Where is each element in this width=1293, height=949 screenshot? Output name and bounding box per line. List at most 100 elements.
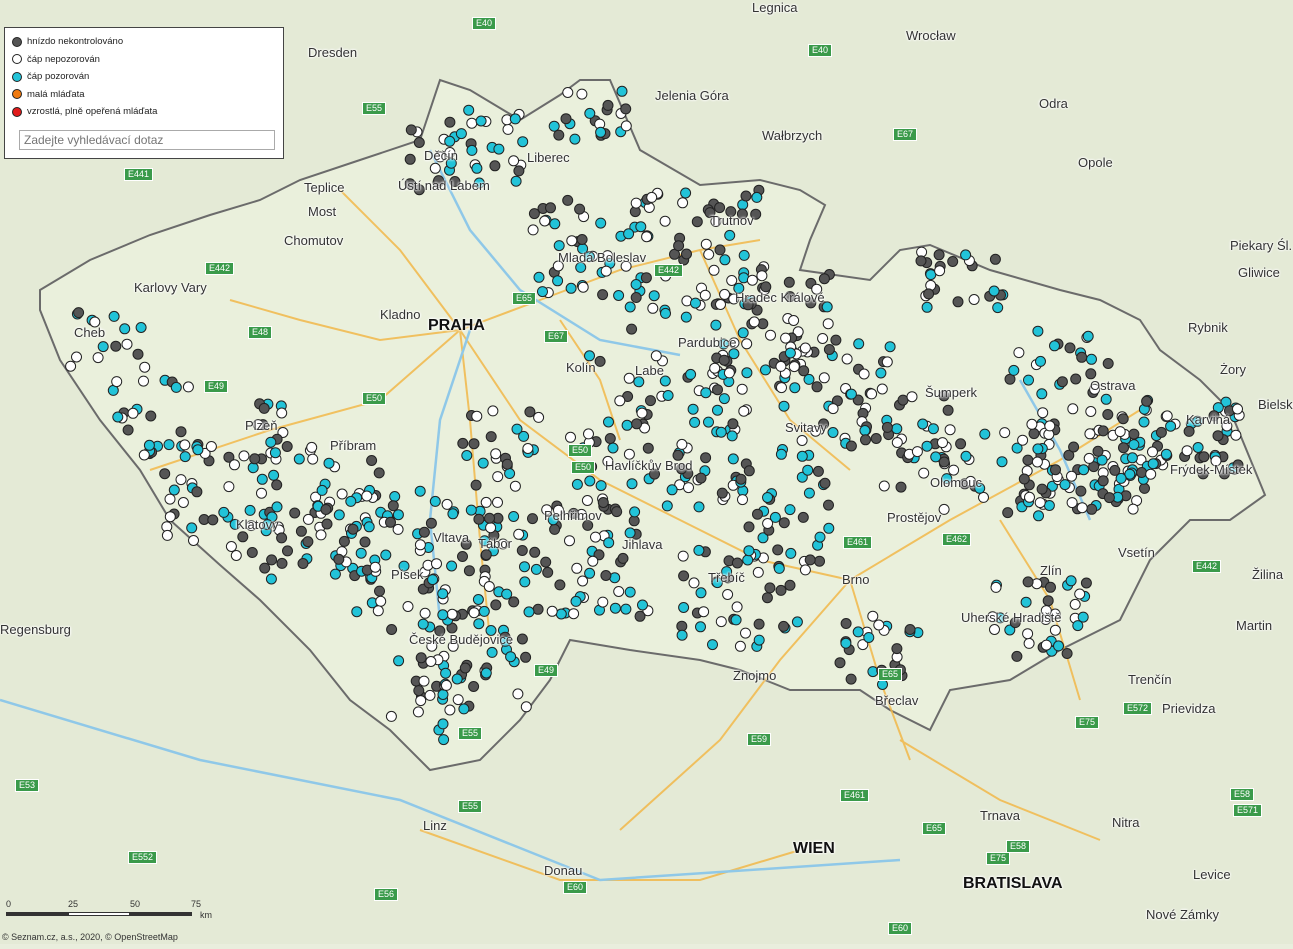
nest-marker[interactable] [457, 551, 468, 562]
nest-marker[interactable] [419, 607, 431, 619]
nest-marker[interactable] [393, 655, 405, 667]
nest-marker[interactable] [1043, 500, 1055, 511]
nest-marker[interactable] [746, 274, 758, 286]
nest-marker[interactable] [773, 562, 785, 574]
nest-marker[interactable] [911, 446, 923, 458]
nest-marker[interactable] [989, 253, 1001, 265]
nest-marker[interactable] [247, 462, 259, 474]
nest-marker[interactable] [413, 685, 425, 697]
nest-marker[interactable] [145, 410, 157, 422]
nest-marker[interactable] [1102, 409, 1114, 420]
nest-marker[interactable] [385, 710, 397, 722]
nest-marker[interactable] [1070, 373, 1082, 385]
nest-marker[interactable] [191, 486, 203, 498]
nest-marker[interactable] [714, 202, 726, 214]
nest-marker[interactable] [269, 447, 281, 459]
nest-marker[interactable] [1031, 456, 1043, 468]
nest-marker[interactable] [1141, 395, 1153, 407]
nest-marker[interactable] [693, 501, 705, 513]
nest-marker[interactable] [520, 701, 532, 713]
nest-marker[interactable] [577, 575, 589, 587]
nest-marker[interactable] [990, 581, 1002, 593]
nest-marker[interactable] [510, 175, 522, 187]
nest-marker[interactable] [878, 480, 890, 492]
nest-marker[interactable] [867, 610, 879, 622]
nest-marker[interactable] [788, 315, 800, 326]
nest-marker[interactable] [923, 288, 935, 300]
nest-marker[interactable] [841, 353, 853, 365]
nest-marker[interactable] [177, 497, 189, 508]
nest-marker[interactable] [775, 584, 787, 596]
nest-marker[interactable] [413, 137, 425, 148]
nest-marker[interactable] [440, 679, 452, 691]
nest-marker[interactable] [1115, 472, 1127, 484]
nest-marker[interactable] [1082, 330, 1094, 342]
nest-marker[interactable] [387, 500, 399, 512]
nest-marker[interactable] [891, 437, 903, 448]
nest-marker[interactable] [978, 491, 989, 503]
nest-marker[interactable] [297, 558, 309, 569]
nest-marker[interactable] [477, 457, 489, 469]
nest-marker[interactable] [845, 673, 857, 685]
nest-marker[interactable] [1080, 577, 1092, 589]
nest-marker[interactable] [1136, 467, 1148, 478]
nest-marker[interactable] [845, 440, 857, 452]
nest-marker[interactable] [700, 238, 712, 250]
nest-marker[interactable] [764, 582, 776, 594]
nest-marker[interactable] [693, 544, 705, 556]
nest-marker[interactable] [650, 350, 662, 362]
nest-marker[interactable] [276, 407, 288, 419]
nest-marker[interactable] [712, 404, 723, 416]
nest-marker[interactable] [1059, 479, 1071, 491]
nest-marker[interactable] [633, 376, 645, 388]
nest-marker[interactable] [414, 485, 426, 497]
nest-marker[interactable] [164, 511, 176, 523]
nest-marker[interactable] [616, 85, 628, 97]
nest-marker[interactable] [718, 354, 730, 366]
nest-marker[interactable] [569, 133, 581, 145]
nest-marker[interactable] [641, 231, 653, 243]
nest-marker[interactable] [917, 418, 929, 430]
nest-marker[interactable] [1128, 428, 1140, 440]
nest-marker[interactable] [1212, 430, 1224, 442]
nest-marker[interactable] [859, 425, 871, 436]
nest-marker[interactable] [1232, 403, 1243, 415]
nest-marker[interactable] [529, 546, 541, 558]
nest-marker[interactable] [265, 573, 277, 585]
nest-marker[interactable] [1114, 426, 1126, 438]
nest-marker[interactable] [927, 423, 939, 435]
nest-marker[interactable] [492, 471, 504, 483]
nest-marker[interactable] [678, 570, 690, 582]
nest-marker[interactable] [307, 453, 319, 465]
nest-marker[interactable] [266, 554, 278, 566]
nest-marker[interactable] [466, 144, 478, 156]
nest-marker[interactable] [626, 478, 638, 490]
nest-marker[interactable] [823, 344, 835, 355]
nest-marker[interactable] [164, 493, 176, 505]
nest-marker[interactable] [1097, 475, 1109, 487]
nest-marker[interactable] [845, 388, 857, 400]
nest-marker[interactable] [1013, 347, 1025, 359]
nest-marker[interactable] [92, 352, 104, 364]
nest-marker[interactable] [175, 474, 187, 486]
nest-marker[interactable] [489, 160, 501, 172]
nest-marker[interactable] [412, 706, 424, 718]
nest-marker[interactable] [799, 342, 811, 354]
nest-marker[interactable] [565, 431, 576, 443]
nest-marker[interactable] [827, 403, 839, 415]
nest-marker[interactable] [532, 603, 544, 615]
nest-marker[interactable] [621, 419, 633, 431]
nest-marker[interactable] [624, 301, 636, 313]
nest-marker[interactable] [424, 689, 436, 701]
nest-marker[interactable] [161, 529, 173, 541]
nest-marker[interactable] [492, 496, 503, 508]
nest-marker[interactable] [584, 475, 596, 487]
nest-marker[interactable] [1181, 445, 1193, 457]
nest-marker[interactable] [906, 391, 918, 403]
nest-marker[interactable] [509, 480, 521, 492]
nest-marker[interactable] [1064, 342, 1076, 354]
nest-marker[interactable] [405, 124, 417, 136]
nest-marker[interactable] [802, 464, 814, 476]
nest-marker[interactable] [256, 473, 268, 485]
nest-marker[interactable] [873, 619, 885, 631]
